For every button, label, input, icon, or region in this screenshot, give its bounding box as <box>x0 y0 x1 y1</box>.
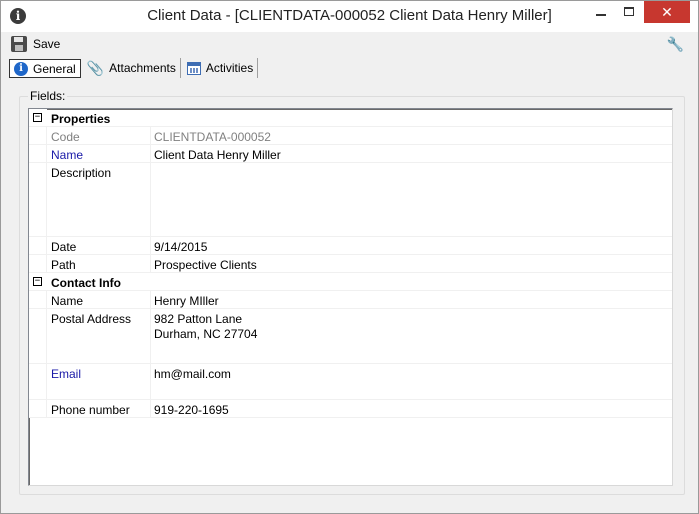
property-name: Email <box>51 367 82 381</box>
tab-bar: i General 📎 Attachments Activities <box>9 58 259 80</box>
client-data-window: i Client Data - [CLIENTDATA-000052 Clien… <box>0 0 699 514</box>
title-bar[interactable]: i Client Data - [CLIENTDATA-000052 Clien… <box>1 1 698 32</box>
calendar-icon <box>186 61 201 75</box>
row-gutter <box>29 400 47 417</box>
property-value[interactable]: Client Data Henry Miller <box>154 148 281 163</box>
property-name: Postal Address <box>51 312 132 326</box>
category-row-contact-info[interactable]: − Contact Info <box>29 273 672 291</box>
property-row-postal-address[interactable]: Postal Address 982 Patton Lane Durham, N… <box>29 309 672 364</box>
property-row-path[interactable]: Path Prospective Clients <box>29 255 672 273</box>
category-row-properties[interactable]: − Properties <box>29 109 672 127</box>
row-gutter <box>29 364 47 399</box>
property-name: Date <box>51 240 77 254</box>
property-name: Path <box>51 258 76 272</box>
address-line: 982 Patton Lane <box>154 312 243 326</box>
property-value[interactable]: Henry MIller <box>154 294 219 309</box>
property-value[interactable]: 982 Patton Lane Durham, NC 27704 <box>154 312 257 342</box>
property-value[interactable]: 919-220-1695 <box>154 403 229 418</box>
tab-general[interactable]: i General <box>9 59 81 78</box>
property-name: Name <box>51 294 84 308</box>
property-name: Name <box>51 148 84 162</box>
property-name: Phone number <box>51 403 130 417</box>
row-gutter <box>29 309 47 363</box>
collapse-icon[interactable]: − <box>33 277 42 286</box>
row-gutter <box>29 145 47 162</box>
maximize-button[interactable] <box>615 1 643 23</box>
property-row-name[interactable]: Name Client Data Henry Miller <box>29 145 672 163</box>
tab-attachments[interactable]: 📎 Attachments <box>83 58 181 78</box>
minimize-button[interactable] <box>587 1 615 23</box>
toolbar: Save 🔧 <box>1 32 698 56</box>
property-name: Description <box>51 166 112 180</box>
row-gutter <box>29 237 47 254</box>
save-button-label: Save <box>33 37 61 51</box>
paperclip-icon: 📎 <box>86 59 105 76</box>
address-line: Durham, NC 27704 <box>154 327 258 341</box>
property-row-contact-name[interactable]: Name Henry MIller <box>29 291 672 309</box>
tab-label: Attachments <box>109 61 176 75</box>
property-row-description[interactable]: Description <box>29 163 672 237</box>
close-icon: ✕ <box>661 4 673 20</box>
tab-activities[interactable]: Activities <box>183 58 259 78</box>
row-gutter <box>29 163 47 236</box>
property-value: CLIENTDATA-000052 <box>154 130 271 144</box>
floppy-disk-icon <box>11 36 27 52</box>
save-button[interactable]: Save <box>11 35 60 53</box>
property-value[interactable]: 9/14/2015 <box>154 240 207 255</box>
maximize-icon <box>624 7 634 16</box>
property-row-date[interactable]: Date 9/14/2015 <box>29 237 672 255</box>
close-button[interactable]: ✕ <box>644 1 690 23</box>
collapse-icon[interactable]: − <box>33 113 42 122</box>
property-grid[interactable]: − Properties Code CLIENTDATA-000052 Name… <box>28 108 673 486</box>
tab-label: General <box>33 61 76 76</box>
property-row-email[interactable]: Email hm@mail.com <box>29 364 672 400</box>
category-label: Contact Info <box>51 276 121 290</box>
fields-group-label: Fields: <box>28 89 68 103</box>
tab-label: Activities <box>205 61 254 75</box>
property-row-code[interactable]: Code CLIENTDATA-000052 <box>29 127 672 145</box>
wrench-icon[interactable]: 🔧 <box>667 36 684 53</box>
property-value[interactable]: hm@mail.com <box>154 367 231 382</box>
property-row-phone-number[interactable]: Phone number 919-220-1695 <box>29 400 672 418</box>
row-gutter <box>29 127 47 144</box>
property-value[interactable]: Prospective Clients <box>154 258 257 273</box>
row-gutter <box>29 291 47 308</box>
minimize-icon <box>596 14 606 16</box>
info-icon: i <box>14 61 28 76</box>
row-gutter <box>29 255 47 272</box>
property-name: Code <box>51 130 80 144</box>
category-label: Properties <box>51 112 111 126</box>
